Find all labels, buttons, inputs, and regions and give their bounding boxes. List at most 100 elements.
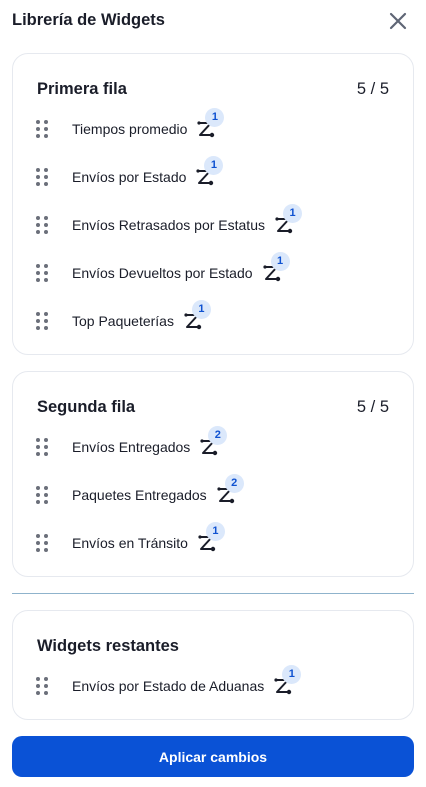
grip-dot [44, 326, 48, 330]
route-icon: 1 [274, 204, 302, 235]
route-icon: 1 [197, 522, 225, 553]
widget-row-segunda-fila[interactable]: Envíos en Tránsito 1 [36, 522, 396, 561]
drag-handle-icon[interactable] [36, 485, 50, 505]
section-title: Segunda fila [37, 398, 136, 416]
grip-dot [36, 445, 40, 449]
grip-dot [44, 182, 48, 186]
grip-dot [44, 534, 48, 538]
grip-dot [36, 134, 40, 138]
grip-dot [36, 312, 40, 316]
widget-label: Top Paqueterías [72, 313, 174, 329]
header: Librería de Widgets [0, 0, 426, 42]
count-badge: 1 [205, 522, 225, 541]
route-icon: 1 [273, 665, 302, 696]
grip-dot [44, 230, 48, 234]
section-count: 5 / 5 [356, 398, 389, 416]
widget-row-primera-fila[interactable]: Envíos por Estado 1 [36, 156, 396, 195]
grip-dot [36, 541, 40, 545]
grip-dot [44, 175, 48, 179]
drag-handle-icon[interactable] [36, 215, 50, 235]
grip-dot [44, 120, 48, 124]
section-count: 5 / 5 [356, 80, 389, 98]
widget-label: Envíos Entregados [72, 439, 191, 455]
apply-changes-button[interactable]: Aplicar cambios [12, 736, 414, 777]
section-title: Primera fila [37, 80, 127, 98]
grip-dot [44, 445, 48, 449]
widget-row-segunda-fila[interactable]: Envíos Entregados 2 [36, 426, 396, 465]
grip-dot [36, 182, 40, 186]
grip-dot [44, 278, 48, 282]
drag-handle-icon[interactable] [36, 676, 50, 696]
widget-label: Envíos por Estado [72, 169, 187, 185]
section-title: Widgets restantes [37, 637, 179, 655]
grip-dot [44, 500, 48, 504]
widget-row-primera-fila[interactable]: Envíos Devueltos por Estado 1 [36, 252, 396, 291]
route-icon: 2 [216, 474, 244, 505]
count-badge: 1 [204, 156, 224, 175]
grip-dot [44, 319, 48, 323]
grip-dot [44, 677, 48, 681]
drag-handle-icon[interactable] [36, 119, 50, 139]
widget-label: Paquetes Entregados [72, 487, 207, 503]
drag-handle-icon[interactable] [36, 311, 50, 331]
grip-dot [36, 175, 40, 179]
grip-dot [44, 223, 48, 227]
grip-dot [44, 216, 48, 220]
widget-label: Envíos Devueltos por Estado [72, 265, 253, 281]
grip-dot [36, 326, 40, 330]
grip-dot [36, 438, 40, 442]
grip-dot [36, 319, 40, 323]
grip-dot [36, 452, 40, 456]
count-badge: 1 [205, 108, 225, 127]
drag-handle-icon[interactable] [36, 167, 50, 187]
widget-row-segunda-fila[interactable]: Paquetes Entregados 2 [36, 474, 396, 513]
grip-dot [44, 548, 48, 552]
grip-dot [44, 541, 48, 545]
count-badge: 1 [270, 252, 290, 271]
grip-dot [36, 216, 40, 220]
route-icon: 2 [199, 426, 228, 457]
count-badge: 2 [224, 474, 244, 493]
widget-label: Envíos por Estado de Aduanas [72, 678, 265, 694]
widget-label: Tiempos promedio [72, 121, 188, 137]
widget-label: Envíos Retrasados por Estatus [72, 217, 265, 233]
grip-dot [36, 168, 40, 172]
drag-handle-icon[interactable] [36, 437, 50, 457]
grip-dot [36, 684, 40, 688]
grip-dot [36, 548, 40, 552]
grip-dot [44, 271, 48, 275]
drag-handle-icon[interactable] [36, 263, 50, 283]
drag-handle-icon[interactable] [36, 533, 50, 553]
grip-dot [44, 264, 48, 268]
route-icon: 1 [183, 300, 211, 331]
grip-dot [44, 438, 48, 442]
grip-dot [44, 134, 48, 138]
count-badge: 1 [191, 300, 211, 319]
widget-label: Envíos en Tránsito [72, 535, 188, 551]
widget-row-widgets-restantes[interactable]: Envíos por Estado de Aduanas 1 [36, 665, 396, 704]
grip-dot [44, 493, 48, 497]
grip-dot [36, 127, 40, 131]
grip-dot [44, 312, 48, 316]
grip-dot [44, 684, 48, 688]
grip-dot [36, 486, 40, 490]
widget-row-primera-fila[interactable]: Envíos Retrasados por Estatus 1 [36, 204, 396, 243]
grip-dot [36, 223, 40, 227]
close-icon[interactable] [386, 9, 410, 33]
grip-dot [36, 264, 40, 268]
widget-row-primera-fila[interactable]: Tiempos promedio 1 [36, 108, 396, 147]
grip-dot [44, 168, 48, 172]
grip-dot [36, 493, 40, 497]
count-badge: 1 [283, 204, 302, 223]
count-badge: 1 [282, 665, 302, 684]
grip-dot [44, 127, 48, 131]
grip-dot [36, 230, 40, 234]
route-icon: 1 [195, 156, 224, 187]
grip-dot [36, 278, 40, 282]
grip-dot [36, 120, 40, 124]
divider [12, 593, 414, 594]
grip-dot [36, 271, 40, 275]
widget-row-primera-fila[interactable]: Top Paqueterías 1 [36, 300, 396, 339]
grip-dot [44, 452, 48, 456]
grip-dot [36, 534, 40, 538]
